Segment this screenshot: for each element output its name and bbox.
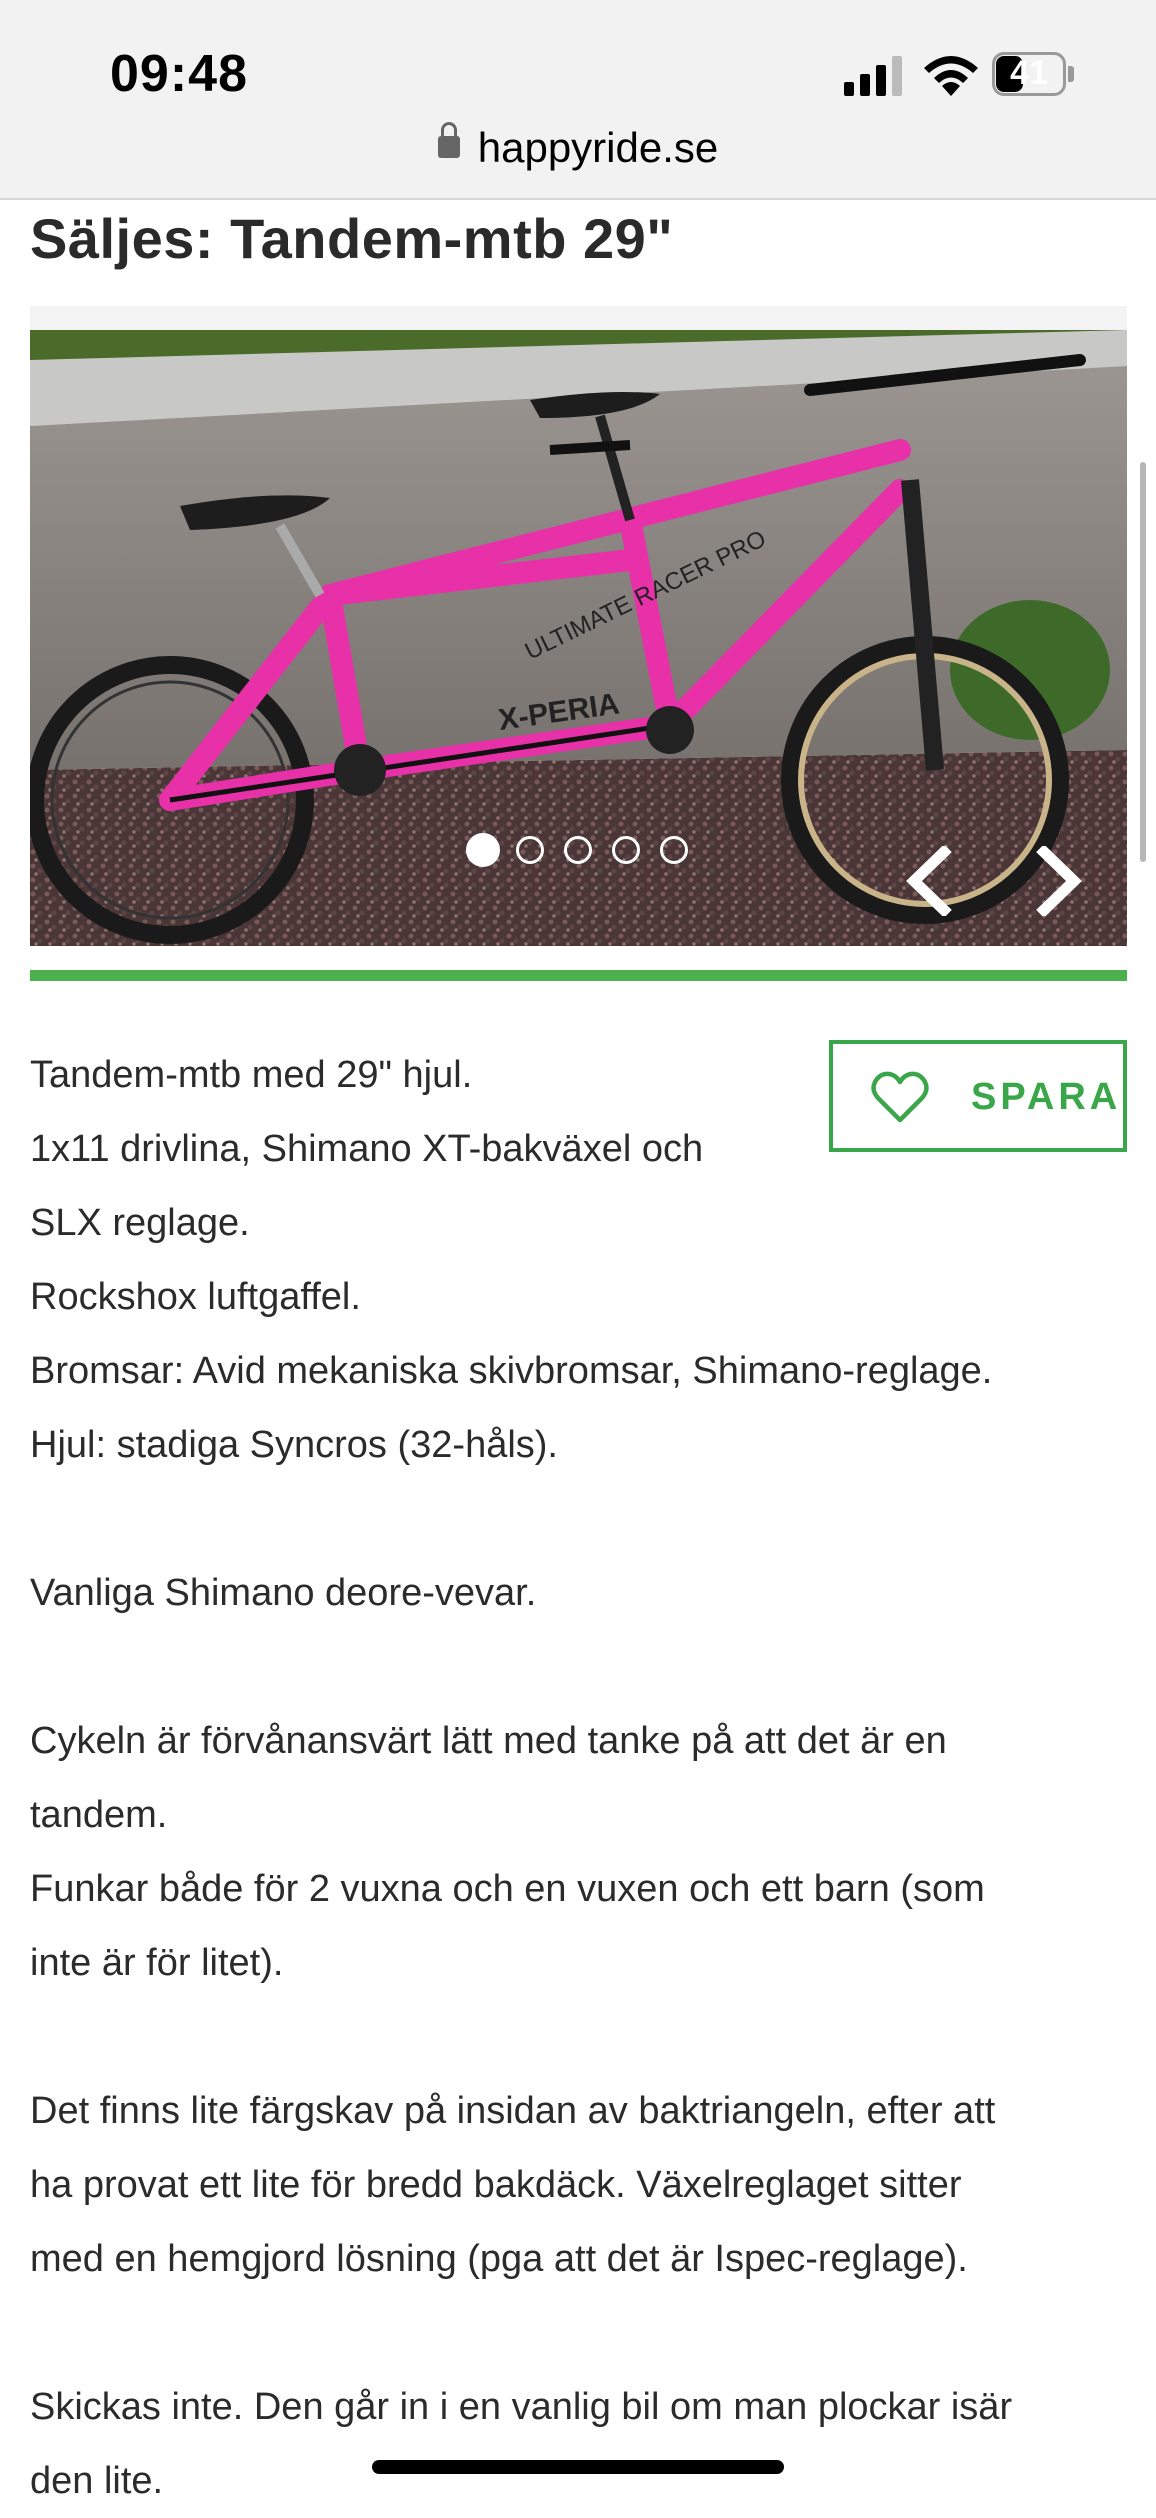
description-line: tandem. bbox=[30, 1794, 168, 1836]
page-title: Säljes: Tandem-mtb 29" bbox=[30, 207, 674, 270]
description-line: ha provat ett lite för bredd bakdäck. Vä… bbox=[30, 2164, 962, 2206]
gallery-pagination bbox=[0, 833, 1156, 876]
gallery-dot[interactable] bbox=[466, 833, 500, 867]
description-line: Bromsar: Avid mekaniska skivbromsar, Shi… bbox=[30, 1350, 993, 1392]
status-time: 09:48 bbox=[110, 45, 248, 103]
description-line: inte är för litet). bbox=[30, 1942, 284, 1984]
listing-description: Tandem-mtb med 29" hjul. 1x11 drivlina, … bbox=[30, 1038, 1130, 2518]
description-line: Funkar både för 2 vuxna och en vuxen och… bbox=[30, 1868, 985, 1910]
chevron-left-icon[interactable] bbox=[900, 846, 960, 916]
battery-percent: 41 bbox=[1010, 54, 1048, 92]
section-divider bbox=[30, 970, 1127, 981]
cellular-signal-icon bbox=[844, 56, 902, 96]
description-line: Tandem-mtb med 29" hjul. bbox=[30, 1054, 473, 1096]
gallery-dot[interactable] bbox=[516, 836, 544, 864]
gallery-dot[interactable] bbox=[612, 836, 640, 864]
lock-icon bbox=[437, 121, 460, 158]
description-line: 1x11 drivlina, Shimano XT-bakväxel och bbox=[30, 1128, 704, 1170]
description-line: den lite. bbox=[30, 2460, 164, 2502]
scrollbar[interactable] bbox=[1140, 462, 1146, 862]
home-indicator[interactable] bbox=[372, 2460, 784, 2474]
gallery-dot[interactable] bbox=[564, 836, 592, 864]
description-line: Det finns lite färgskav på insidan av ba… bbox=[30, 2090, 996, 2132]
description-line: Skickas inte. Den går in i en vanlig bil… bbox=[30, 2386, 1013, 2428]
wifi-icon bbox=[924, 56, 978, 96]
description-line: Vanliga Shimano deore-vevar. bbox=[30, 1572, 537, 1614]
url-text: happyride.se bbox=[477, 124, 719, 171]
description-line: Cykeln är förvånansvärt lätt med tanke p… bbox=[30, 1720, 947, 1762]
description-line: Hjul: stadiga Syncros (32-håls). bbox=[30, 1424, 558, 1466]
description-line: SLX reglage. bbox=[30, 1202, 250, 1244]
gallery-dot[interactable] bbox=[660, 836, 688, 864]
browser-top-bar: 09:48 41 happyride.se bbox=[0, 0, 1156, 200]
description-line: Rockshox luftgaffel. bbox=[30, 1276, 361, 1318]
chevron-right-icon[interactable] bbox=[1028, 846, 1088, 916]
description-line: med en hemgjord lösning (pga att det är … bbox=[30, 2238, 968, 2280]
address-bar[interactable]: happyride.se bbox=[0, 121, 1156, 172]
battery-icon: 41 bbox=[992, 52, 1078, 98]
